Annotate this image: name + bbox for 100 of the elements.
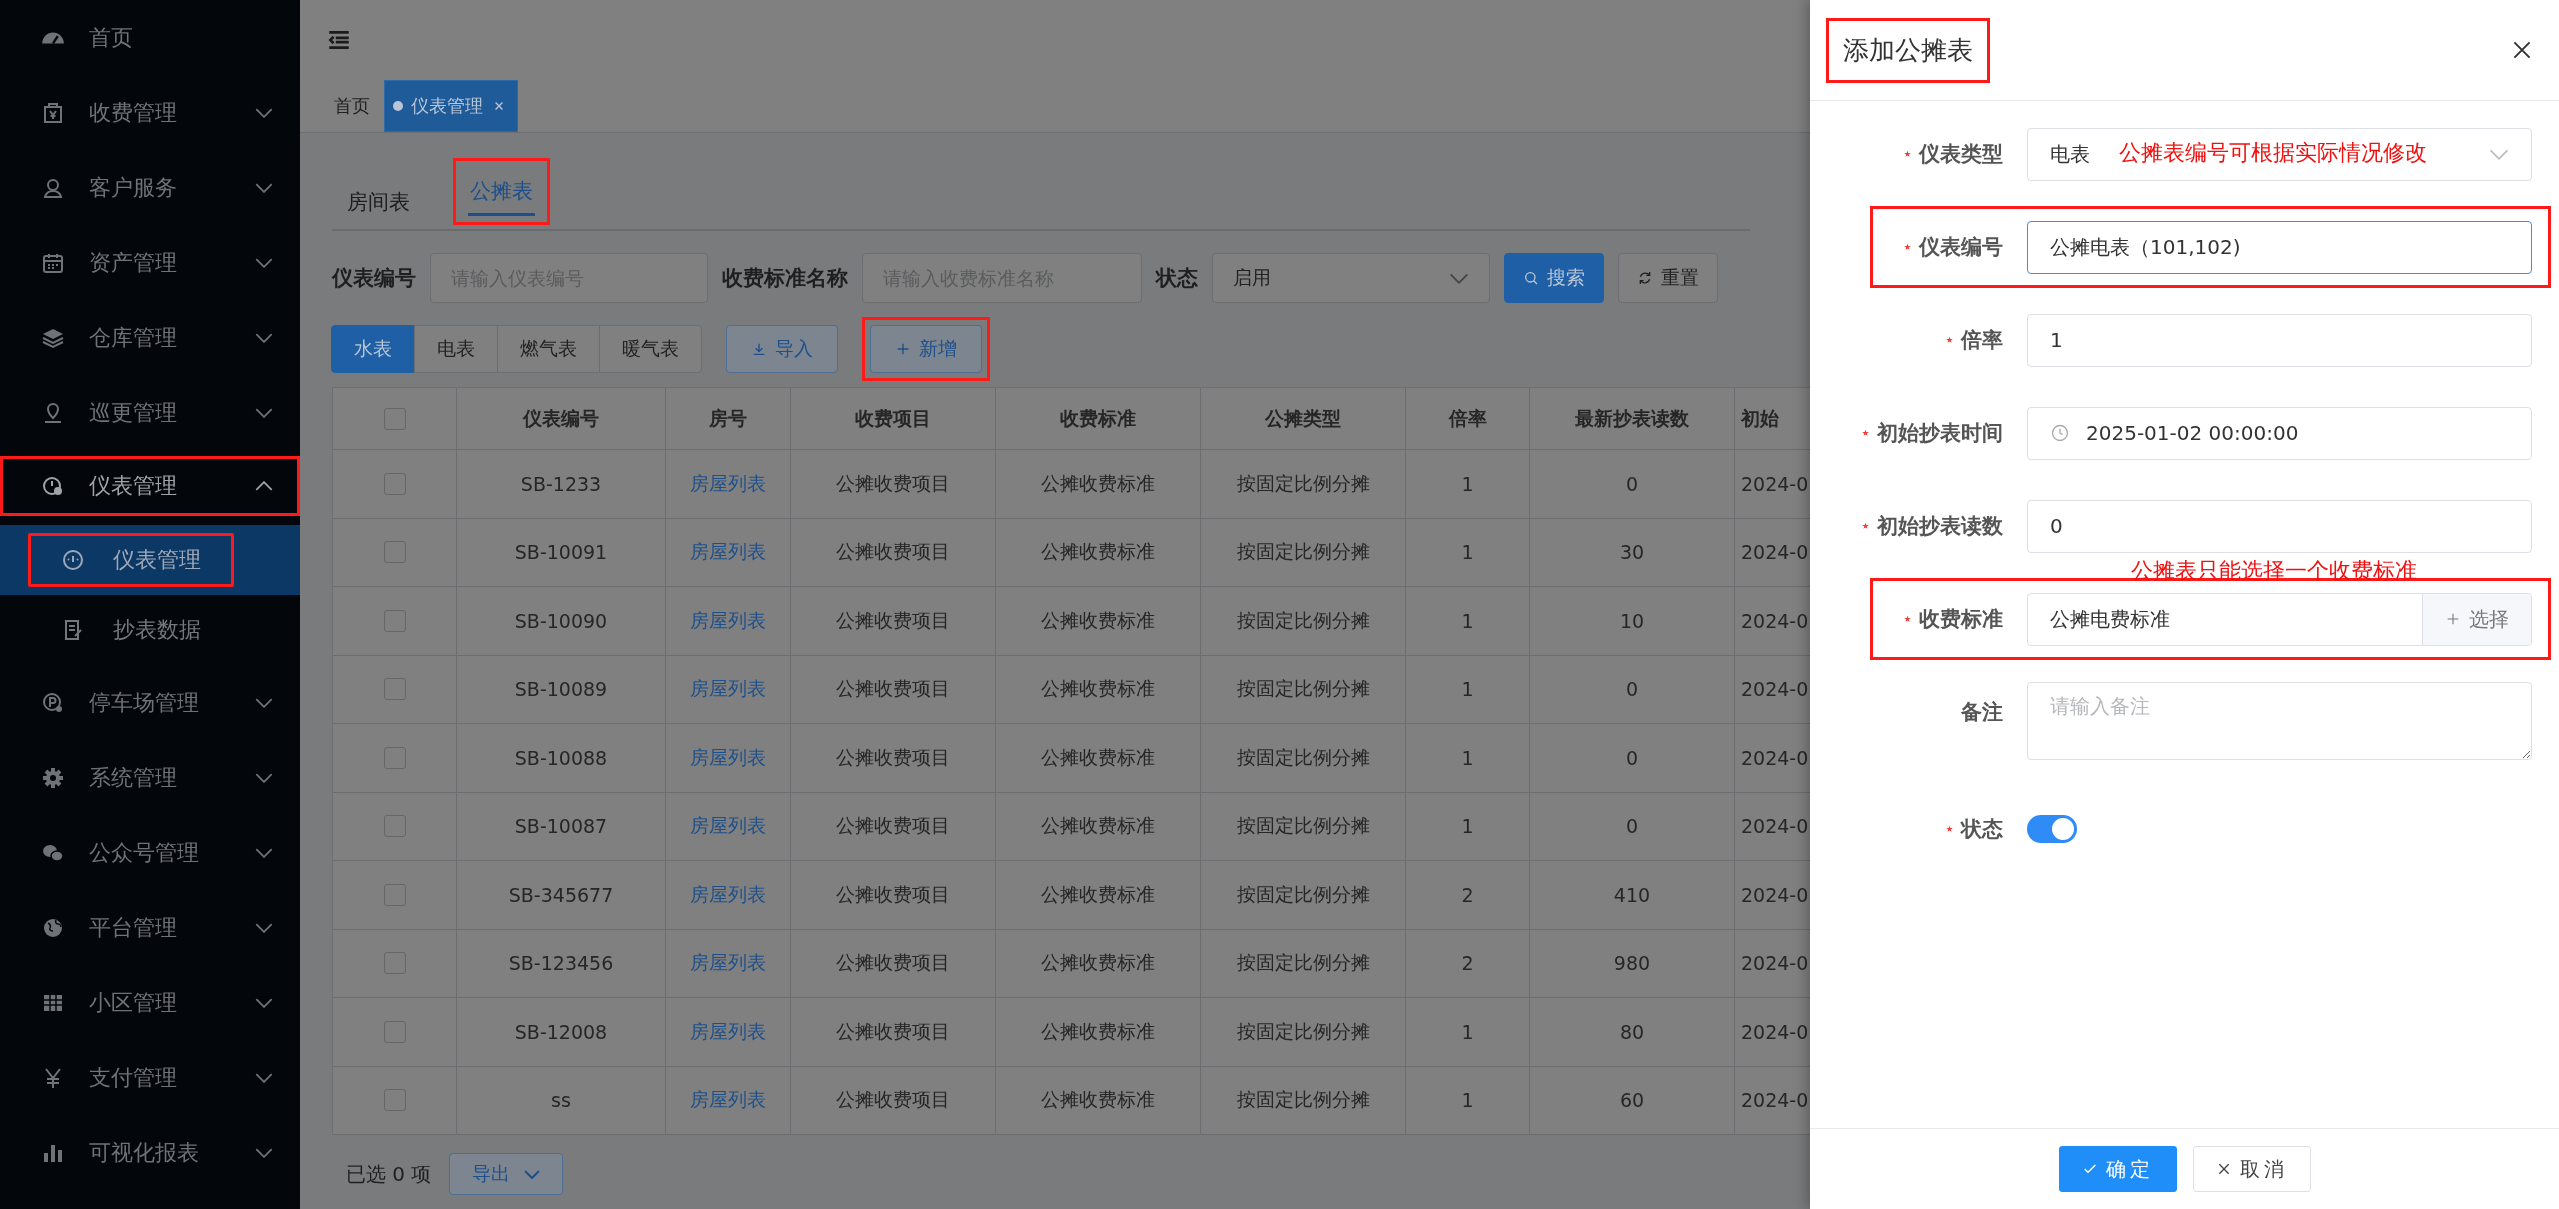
checkbox[interactable] <box>383 541 406 564</box>
menu-item[interactable]: 收费管理 <box>0 75 300 150</box>
table-cell: 公摊收费标准 <box>996 518 1201 587</box>
table-cell: 公摊收费项目 <box>791 998 996 1067</box>
room-link[interactable]: 房屋列表 <box>690 881 766 908</box>
import-button[interactable]: 导入 <box>726 325 838 373</box>
meter-type-button[interactable]: 水表 <box>331 325 415 373</box>
menu-item[interactable]: 公众号管理 <box>0 815 300 890</box>
menu-item[interactable]: 系统管理 <box>0 740 300 815</box>
drawer-title: 添加公摊表 <box>1826 17 1990 83</box>
clock-icon <box>2050 423 2070 443</box>
date-value: 2025-01-02 00:00:00 <box>2086 421 2299 445</box>
menu-item[interactable]: 巡更管理 <box>0 375 300 450</box>
menu-item[interactable]: 停车场管理 <box>0 665 300 740</box>
reset-button[interactable]: 重置 <box>1618 253 1718 303</box>
picker-field[interactable]: 公摊电费标准 选择 <box>2027 592 2532 646</box>
submenu-item[interactable]: 仪表管理 <box>0 525 300 595</box>
menu-item[interactable]: 平台管理 <box>0 890 300 965</box>
field-label: 收费标准 <box>1919 606 2003 633</box>
menu-item[interactable]: 可视化报表 <box>0 1115 300 1190</box>
room-link[interactable]: 房屋列表 <box>690 1087 766 1114</box>
table-cell: 10 <box>1530 587 1735 656</box>
menu-label: 可视化报表 <box>89 1138 200 1167</box>
room-link[interactable]: 房屋列表 <box>690 813 766 840</box>
table-cell: 公摊收费标准 <box>996 792 1201 861</box>
chevron-down-icon <box>255 1147 273 1158</box>
room-link[interactable]: 房屋列表 <box>690 470 766 497</box>
checkbox[interactable] <box>383 1020 406 1043</box>
checkbox[interactable] <box>383 746 406 769</box>
tab[interactable]: 房间表 <box>345 178 412 231</box>
menu-item[interactable]: 资产管理 <box>0 225 300 300</box>
cancel-button[interactable]: 取消 <box>2192 1146 2311 1192</box>
meter-type-button[interactable]: 电表 <box>414 325 498 373</box>
checkbox[interactable] <box>383 678 406 701</box>
chevron-down-icon <box>255 772 273 783</box>
table-cell: 410 <box>1530 861 1735 930</box>
table-cell: 公摊收费标准 <box>996 450 1201 519</box>
table-cell: 按固定比例分摊 <box>1201 655 1406 724</box>
picker-value: 公摊电费标准 <box>2050 605 2171 633</box>
room-link[interactable]: 房屋列表 <box>690 744 766 771</box>
table-cell: 公摊收费标准 <box>996 587 1201 656</box>
filter-label: 收费标准名称 <box>722 265 848 292</box>
gauge-icon <box>61 548 85 572</box>
export-button[interactable]: 导出 <box>449 1153 564 1195</box>
submenu-label: 抄表数据 <box>113 616 201 644</box>
checkbox[interactable] <box>383 815 406 838</box>
column-header: 倍率 <box>1406 388 1530 450</box>
checkbox[interactable] <box>383 1089 406 1112</box>
menu-item[interactable]: 小区管理 <box>0 965 300 1040</box>
table-cell: 980 <box>1530 929 1735 998</box>
menu-item[interactable]: 支付管理 <box>0 1040 300 1115</box>
table-cell: 公摊收费项目 <box>791 450 996 519</box>
status-select[interactable]: 启用 <box>1212 253 1490 303</box>
status-switch[interactable] <box>2027 815 2077 843</box>
checkbox[interactable] <box>383 472 406 495</box>
table-cell: 按固定比例分摊 <box>1201 724 1406 793</box>
menu-label: 支付管理 <box>89 1063 178 1092</box>
table-cell: 按固定比例分摊 <box>1201 998 1406 1067</box>
search-button[interactable]: 搜索 <box>1504 253 1604 303</box>
menu-label: 首页 <box>89 23 134 52</box>
checkbox[interactable] <box>383 407 406 430</box>
table-cell: 1 <box>1406 655 1530 724</box>
meter-type-button[interactable]: 暖气表 <box>599 325 702 373</box>
page-tab[interactable]: 仪表管理 <box>384 80 518 132</box>
select-value: 启用 <box>1233 265 1271 290</box>
column-header: 收费项目 <box>791 388 996 450</box>
chevron-down-icon <box>255 997 273 1008</box>
choose-button[interactable]: 选择 <box>2422 593 2531 645</box>
chevron-down-icon <box>255 847 273 858</box>
meter-type-button[interactable]: 燃气表 <box>497 325 600 373</box>
menu-item[interactable]: 客户服务 <box>0 150 300 225</box>
date-field[interactable]: 2025-01-02 00:00:00 <box>2027 406 2532 460</box>
input-field[interactable]: 0 <box>2027 499 2532 553</box>
submenu-item[interactable]: 抄表数据 <box>0 595 300 665</box>
page-tab[interactable]: 首页 <box>326 80 384 132</box>
room-link[interactable]: 房屋列表 <box>690 950 766 977</box>
room-link[interactable]: 房屋列表 <box>690 676 766 703</box>
filter-label: 状态 <box>1156 265 1198 292</box>
checkbox[interactable] <box>383 609 406 632</box>
menu-item[interactable]: 仪表管理 <box>0 456 300 516</box>
menu-item[interactable]: 首页 <box>0 0 300 75</box>
table-cell: 60 <box>1530 1066 1735 1135</box>
input-field[interactable]: 1 <box>2027 313 2532 367</box>
confirm-button[interactable]: 确定 <box>2058 1146 2177 1192</box>
select-value: 电表 <box>2050 140 2090 168</box>
remark-field[interactable]: 请输入备注 <box>2027 682 2532 760</box>
checkbox[interactable] <box>383 952 406 975</box>
table-cell: 公摊收费项目 <box>791 929 996 998</box>
checkbox[interactable] <box>383 883 406 906</box>
room-link[interactable]: 房屋列表 <box>690 539 766 566</box>
room-link[interactable]: 房屋列表 <box>690 607 766 634</box>
input-field[interactable]: 公摊电表（101,102) <box>2027 220 2532 274</box>
room-link[interactable]: 房屋列表 <box>690 1018 766 1045</box>
table-cell: 公摊收费项目 <box>791 724 996 793</box>
table-cell: 0 <box>1530 450 1735 519</box>
menu-item[interactable]: 仓库管理 <box>0 300 300 375</box>
add-button[interactable]: 新增 <box>870 325 982 373</box>
table-cell: SB-10090 <box>457 587 666 656</box>
table-cell: 按固定比例分摊 <box>1201 1066 1406 1135</box>
field-label: 初始抄表读数 <box>1877 513 2003 540</box>
